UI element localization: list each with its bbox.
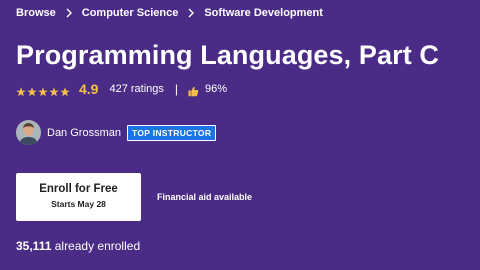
course-header: Browse Computer Science Software Develop… [0, 0, 480, 270]
star-icon [38, 84, 48, 97]
enroll-button-label: Enroll for Free [39, 183, 118, 195]
breadcrumb-software-development[interactable]: Software Development [204, 7, 323, 19]
thumbs-up-icon [188, 84, 199, 96]
avatar[interactable] [16, 120, 41, 145]
enroll-button[interactable]: Enroll for Free Starts May 28 [16, 173, 141, 221]
enroll-start-date: Starts May 28 [51, 199, 106, 209]
enrolled-suffix: already enrolled [51, 239, 141, 253]
ratings-row: 4.9 427 ratings | 96% [16, 81, 227, 97]
approval-rate: 96% [205, 83, 228, 95]
star-icon [49, 84, 59, 97]
star-icon [27, 84, 37, 97]
instructor-row: Dan Grossman TOP INSTRUCTOR [16, 120, 217, 145]
breadcrumb: Browse Computer Science Software Develop… [16, 7, 323, 19]
chevron-right-icon [65, 8, 73, 18]
chevron-right-icon [187, 8, 195, 18]
top-instructor-badge: TOP INSTRUCTOR [126, 124, 217, 141]
star-rating [16, 84, 70, 97]
breadcrumb-computer-science[interactable]: Computer Science [82, 7, 179, 19]
divider: | [174, 82, 179, 96]
enrolled-count: 35,111 already enrolled [16, 239, 140, 253]
breadcrumb-browse[interactable]: Browse [16, 7, 56, 19]
enrolled-number: 35,111 [16, 239, 52, 253]
star-icon [60, 84, 70, 97]
instructor-name-link[interactable]: Dan Grossman [47, 127, 121, 139]
star-icon [16, 84, 26, 97]
rating-value: 4.9 [79, 81, 99, 97]
course-title: Programming Languages, Part C [16, 40, 439, 70]
financial-aid-link[interactable]: Financial aid available [157, 192, 252, 202]
rating-count-link[interactable]: 427 ratings [109, 83, 163, 95]
